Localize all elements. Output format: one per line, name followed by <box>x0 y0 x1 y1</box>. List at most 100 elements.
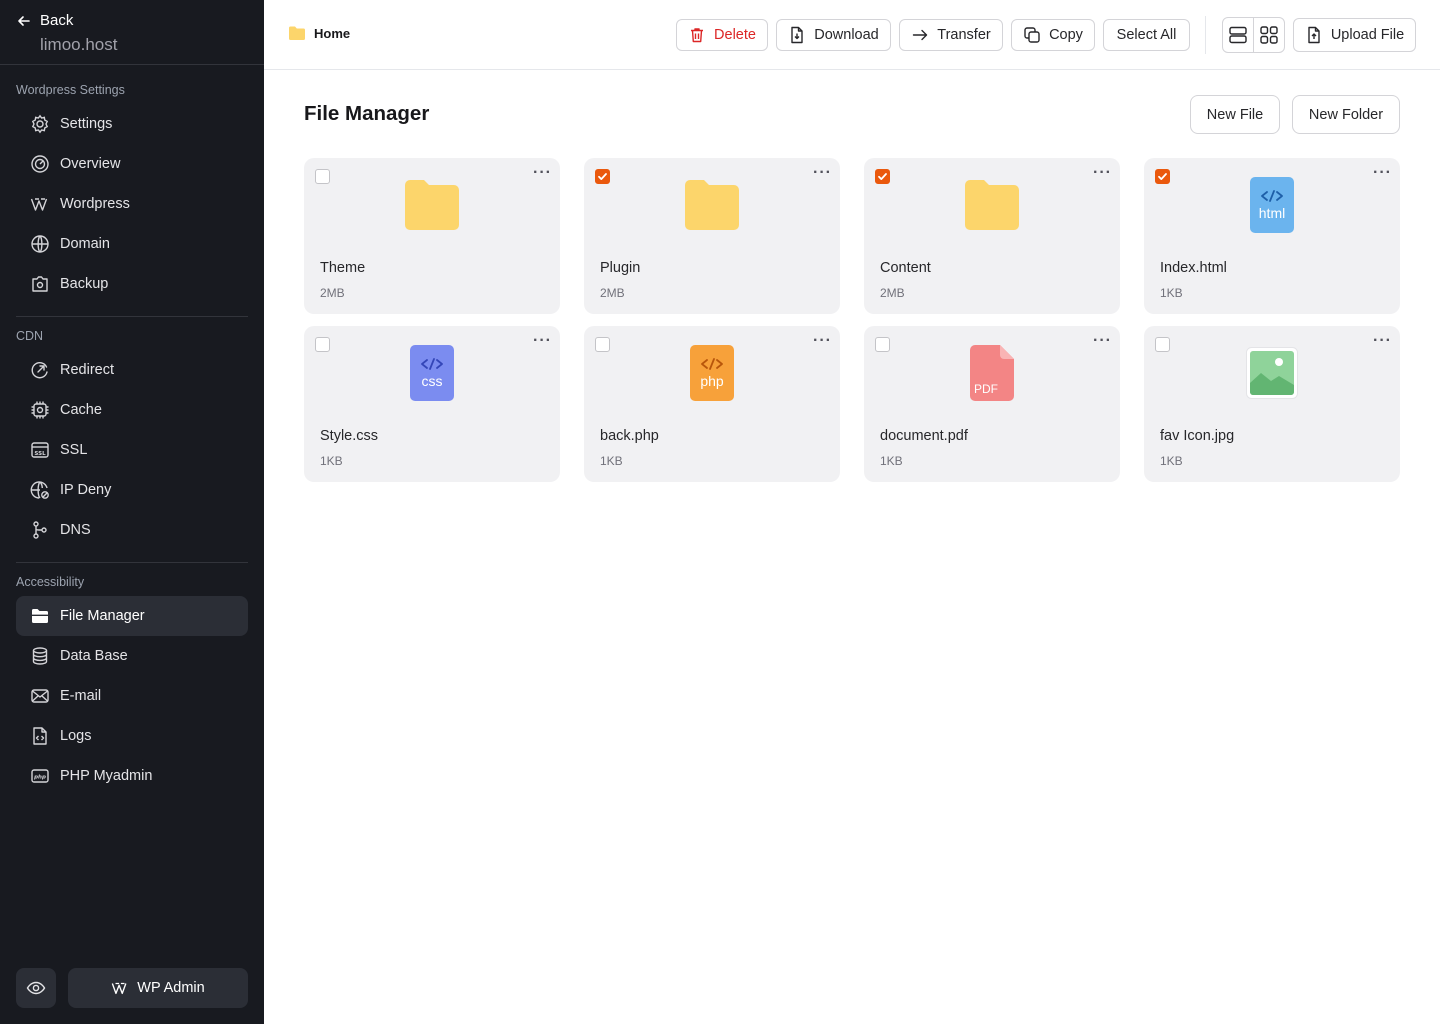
file-checkbox[interactable] <box>595 169 610 184</box>
php-file-icon: php <box>690 345 734 401</box>
sidebar-item-dns[interactable]: DNS <box>16 510 248 550</box>
sidebar-item-backup[interactable]: Backup <box>16 264 248 304</box>
new-folder-button[interactable]: New Folder <box>1292 95 1400 134</box>
sidebar-item-label: Logs <box>60 728 92 744</box>
file-card[interactable]: ··· Plugin 2MB <box>584 158 840 314</box>
wp-admin-label: WP Admin <box>137 980 205 996</box>
more-options-icon[interactable]: ··· <box>533 164 552 182</box>
more-options-icon[interactable]: ··· <box>1093 164 1112 182</box>
eye-icon <box>26 981 46 995</box>
sidebar-item-settings[interactable]: Settings <box>16 104 248 144</box>
file-card[interactable]: ··· Content 2MB <box>864 158 1120 314</box>
copy-icon <box>1024 27 1040 43</box>
file-checkbox[interactable] <box>875 169 890 184</box>
section-title-accessibility: Accessibility <box>16 575 85 589</box>
more-options-icon[interactable]: ··· <box>1373 164 1392 182</box>
sidebar-item-label: Backup <box>60 276 109 292</box>
sidebar-item-label: SSL <box>60 442 88 458</box>
file-card[interactable]: ··· php back.php 1KB <box>584 326 840 482</box>
new-file-label: New File <box>1206 106 1264 123</box>
sidebar-item-label: Data Base <box>60 648 128 664</box>
download-button[interactable]: Download <box>776 19 891 51</box>
more-options-icon[interactable]: ··· <box>813 164 832 182</box>
arrow-right-icon <box>913 29 928 41</box>
folder-open-icon <box>31 609 49 623</box>
sidebar-item-php-myadmin[interactable]: php PHP Myadmin <box>16 756 248 796</box>
grid-view-button[interactable] <box>1253 18 1284 52</box>
trash-icon <box>691 28 704 43</box>
gear-icon <box>31 114 49 134</box>
file-name: Index.html <box>1160 260 1227 276</box>
sidebar-item-wordpress[interactable]: Wordpress <box>16 184 248 224</box>
file-size: 1KB <box>600 454 623 468</box>
php-icon: php <box>31 769 49 783</box>
file-checkbox[interactable] <box>875 337 890 352</box>
download-file-icon <box>791 26 803 44</box>
file-card[interactable]: ··· fav Icon.jpg 1KB <box>1144 326 1400 482</box>
file-name: Theme <box>320 260 366 276</box>
file-checkbox[interactable] <box>1155 337 1170 352</box>
file-card[interactable]: ··· html Index.html 1KB <box>1144 158 1400 314</box>
more-options-icon[interactable]: ··· <box>1373 332 1392 350</box>
wp-admin-button[interactable]: WP Admin <box>68 968 248 1008</box>
delete-button[interactable]: Delete <box>676 19 768 51</box>
file-checkbox[interactable] <box>595 337 610 352</box>
more-options-icon[interactable]: ··· <box>533 332 552 350</box>
sidebar-item-redirect[interactable]: Redirect <box>16 350 248 390</box>
view-toggle <box>1222 17 1285 53</box>
upload-file-button[interactable]: Upload File <box>1293 18 1416 52</box>
file-name: fav Icon.jpg <box>1160 428 1235 444</box>
folder-icon <box>685 180 739 230</box>
breadcrumb[interactable]: Home <box>288 25 350 41</box>
preview-button[interactable] <box>16 968 56 1008</box>
new-file-button[interactable]: New File <box>1190 95 1280 134</box>
sidebar-item-logs[interactable]: Logs <box>16 716 248 756</box>
mail-icon <box>31 689 49 703</box>
copy-label: Copy <box>1049 27 1083 43</box>
back-button[interactable]: Back <box>16 12 73 29</box>
sidebar-item-email[interactable]: E-mail <box>16 676 248 716</box>
main-content: File Manager New File New Folder ··· Them… <box>264 70 1440 1024</box>
file-name: Style.css <box>320 428 379 444</box>
file-card[interactable]: ··· css Style.css 1KB <box>304 326 560 482</box>
globe-icon <box>31 235 49 253</box>
file-name: document.pdf <box>880 428 968 444</box>
backup-icon <box>32 276 48 292</box>
file-icon-wrap <box>684 176 740 234</box>
site-name: limoo.host <box>40 35 118 54</box>
sidebar-item-label: Domain <box>60 236 110 252</box>
sidebar-item-label: PHP Myadmin <box>60 768 153 784</box>
file-checkbox[interactable] <box>315 169 330 184</box>
list-view-button[interactable] <box>1223 18 1253 52</box>
svg-text:SSL: SSL <box>34 451 46 457</box>
image-file-icon <box>1246 347 1298 399</box>
sidebar-item-label: File Manager <box>60 608 145 624</box>
sidebar-item-ip-deny[interactable]: IP Deny <box>16 470 248 510</box>
file-card[interactable]: ··· PDF document.pdf 1KB <box>864 326 1120 482</box>
file-checkbox[interactable] <box>315 337 330 352</box>
copy-button[interactable]: Copy <box>1011 19 1095 51</box>
transfer-button[interactable]: Transfer <box>899 19 1003 51</box>
more-options-icon[interactable]: ··· <box>813 332 832 350</box>
select-all-button[interactable]: Select All <box>1103 19 1190 51</box>
file-checkbox[interactable] <box>1155 169 1170 184</box>
file-name: back.php <box>600 428 659 444</box>
sidebar-item-overview[interactable]: Overview <box>16 144 248 184</box>
sidebar-item-cache[interactable]: Cache <box>16 390 248 430</box>
sidebar-item-label: Overview <box>60 156 121 172</box>
globe-deny-icon <box>30 481 49 499</box>
file-name: Content <box>880 260 931 276</box>
file-size: 1KB <box>1160 286 1183 300</box>
folder-icon <box>289 26 305 40</box>
download-label: Download <box>814 27 879 43</box>
sidebar-item-domain[interactable]: Domain <box>16 224 248 264</box>
select-all-label: Select All <box>1116 27 1177 43</box>
sidebar-item-file-manager[interactable]: File Manager <box>16 596 248 636</box>
file-icon-wrap <box>964 176 1020 234</box>
sidebar-divider <box>16 316 248 317</box>
redirect-icon <box>31 362 48 379</box>
more-options-icon[interactable]: ··· <box>1093 332 1112 350</box>
file-card[interactable]: ··· Theme 2MB <box>304 158 560 314</box>
sidebar-item-data-base[interactable]: Data Base <box>16 636 248 676</box>
sidebar-item-ssl[interactable]: SSL SSL <box>16 430 248 470</box>
